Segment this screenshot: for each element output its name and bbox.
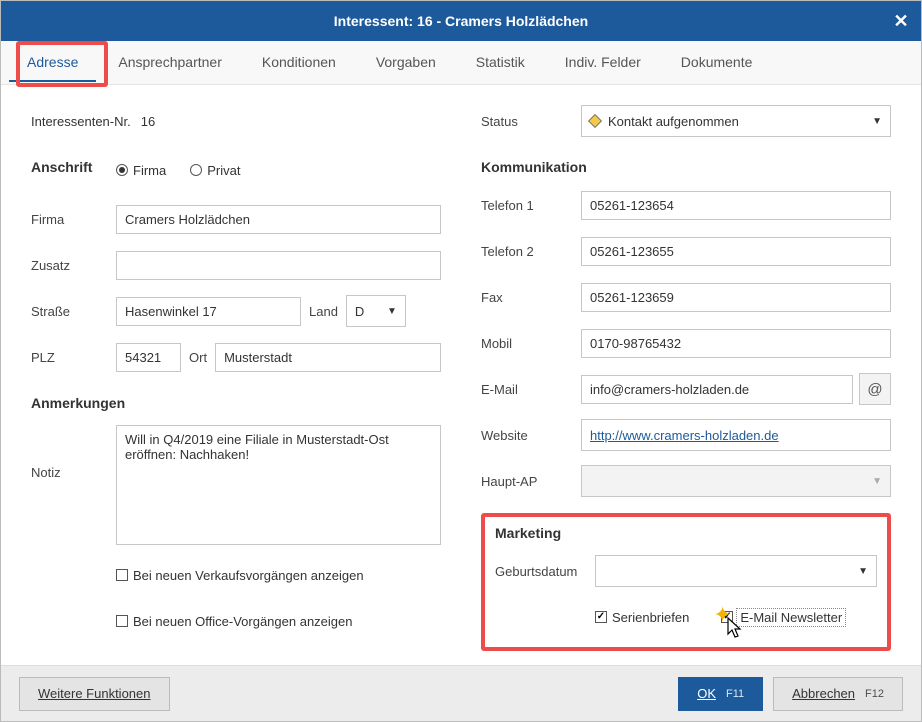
checkbox-email-newsletter-label: E-Mail Newsletter: [738, 610, 844, 625]
ok-button[interactable]: OK F11: [678, 677, 763, 711]
ok-label: OK: [697, 686, 716, 701]
strasse-label: Straße: [31, 304, 116, 319]
zusatz-label: Zusatz: [31, 258, 116, 273]
telefon2-label: Telefon 2: [481, 244, 581, 259]
kommunikation-title: Kommunikation: [481, 159, 891, 175]
checkbox-icon: [116, 569, 128, 581]
checkbox-office-label: Bei neuen Office-Vorgängen anzeigen: [133, 614, 352, 629]
land-value: D: [355, 304, 364, 319]
checkbox-office[interactable]: Bei neuen Office-Vorgängen anzeigen: [116, 614, 352, 629]
telefon1-input[interactable]: [581, 191, 891, 220]
chevron-down-icon: ▼: [387, 306, 397, 317]
email-label: E-Mail: [481, 382, 581, 397]
tab-indiv-felder[interactable]: Indiv. Felder: [547, 44, 659, 82]
fax-label: Fax: [481, 290, 581, 305]
titlebar: Interessent: 16 - Cramers Holzlädchen ✕: [1, 1, 921, 41]
marketing-title: Marketing: [495, 525, 877, 541]
tab-statistik[interactable]: Statistik: [458, 44, 543, 82]
tab-ansprechpartner[interactable]: Ansprechpartner: [100, 44, 240, 82]
radio-privat[interactable]: Privat: [190, 163, 240, 178]
checkbox-icon: [595, 611, 607, 623]
more-functions-label: Weitere Funktionen: [38, 686, 151, 701]
checkbox-email-newsletter[interactable]: E-Mail Newsletter ✦: [721, 610, 844, 625]
land-label: Land: [309, 304, 338, 319]
checkbox-verkauf-label: Bei neuen Verkaufsvorgängen anzeigen: [133, 568, 364, 583]
hauptap-label: Haupt-AP: [481, 474, 581, 489]
anmerkungen-title: Anmerkungen: [31, 395, 441, 411]
window-title: Interessent: 16 - Cramers Holzlädchen: [334, 13, 588, 29]
status-diamond-icon: [588, 114, 602, 128]
mobil-input[interactable]: [581, 329, 891, 358]
geburtsdatum-label: Geburtsdatum: [495, 564, 595, 579]
firma-input[interactable]: [116, 205, 441, 234]
hauptap-select[interactable]: ▼: [581, 465, 891, 497]
zusatz-input[interactable]: [116, 251, 441, 280]
more-functions-button[interactable]: Weitere Funktionen: [19, 677, 170, 711]
plz-input[interactable]: [116, 343, 181, 372]
checkbox-icon: [116, 615, 128, 627]
telefon1-label: Telefon 1: [481, 198, 581, 213]
marketing-highlight: Marketing Geburtsdatum ▼ Serienbriefen: [481, 513, 891, 651]
geburtsdatum-select[interactable]: ▼: [595, 555, 877, 587]
status-value: Kontakt aufgenommen: [608, 114, 739, 129]
close-icon: ✕: [893, 11, 908, 32]
firma-label: Firma: [31, 212, 116, 227]
left-column: Interessenten-Nr. 16 Anschrift Firma Pri…: [31, 105, 441, 655]
checkbox-serienbriefen[interactable]: Serienbriefen: [595, 610, 689, 625]
strasse-input[interactable]: [116, 297, 301, 326]
plz-label: PLZ: [31, 350, 116, 365]
tab-bar: Adresse Ansprechpartner Konditionen Vorg…: [1, 41, 921, 85]
email-input[interactable]: [581, 375, 853, 404]
tab-dokumente[interactable]: Dokumente: [663, 44, 771, 82]
footer: Weitere Funktionen OK F11 Abbrechen F12: [1, 665, 921, 721]
website-label: Website: [481, 428, 581, 443]
cancel-shortcut: F12: [865, 688, 884, 700]
ort-label: Ort: [189, 350, 207, 365]
click-highlight-icon: ✦: [713, 604, 731, 626]
website-link[interactable]: http://www.cramers-holzladen.de: [590, 428, 779, 443]
interessenten-nr-value: 16: [141, 114, 155, 129]
checkbox-serienbriefen-label: Serienbriefen: [612, 610, 689, 625]
radio-firma-label: Firma: [133, 163, 166, 178]
checkbox-verkauf[interactable]: Bei neuen Verkaufsvorgängen anzeigen: [116, 568, 364, 583]
chevron-down-icon: ▼: [858, 566, 868, 577]
cancel-button[interactable]: Abbrechen F12: [773, 677, 903, 711]
radio-privat-label: Privat: [207, 163, 240, 178]
interessenten-nr-label: Interessenten-Nr.: [31, 114, 131, 129]
notiz-label: Notiz: [31, 425, 116, 480]
at-icon: @: [867, 381, 882, 398]
radio-dot-icon: [190, 164, 202, 176]
anschrift-title: Anschrift: [31, 159, 116, 175]
status-label: Status: [481, 114, 581, 129]
land-select[interactable]: D ▼: [346, 295, 406, 327]
chevron-down-icon: ▼: [872, 116, 882, 127]
radio-dot-icon: [116, 164, 128, 176]
close-button[interactable]: ✕: [881, 1, 921, 41]
right-column: Status Kontakt aufgenommen ▼ Kommunikati…: [481, 105, 891, 655]
mobil-label: Mobil: [481, 336, 581, 351]
tab-adresse[interactable]: Adresse: [9, 44, 96, 82]
cancel-label: Abbrechen: [792, 686, 855, 701]
status-select[interactable]: Kontakt aufgenommen ▼: [581, 105, 891, 137]
chevron-down-icon: ▼: [872, 476, 882, 487]
telefon2-input[interactable]: [581, 237, 891, 266]
notiz-textarea[interactable]: [116, 425, 441, 545]
email-at-button[interactable]: @: [859, 373, 891, 405]
tab-konditionen[interactable]: Konditionen: [244, 44, 354, 82]
radio-firma[interactable]: Firma: [116, 163, 166, 178]
ok-shortcut: F11: [726, 688, 744, 700]
ort-input[interactable]: [215, 343, 441, 372]
fax-input[interactable]: [581, 283, 891, 312]
tab-vorgaben[interactable]: Vorgaben: [358, 44, 454, 82]
